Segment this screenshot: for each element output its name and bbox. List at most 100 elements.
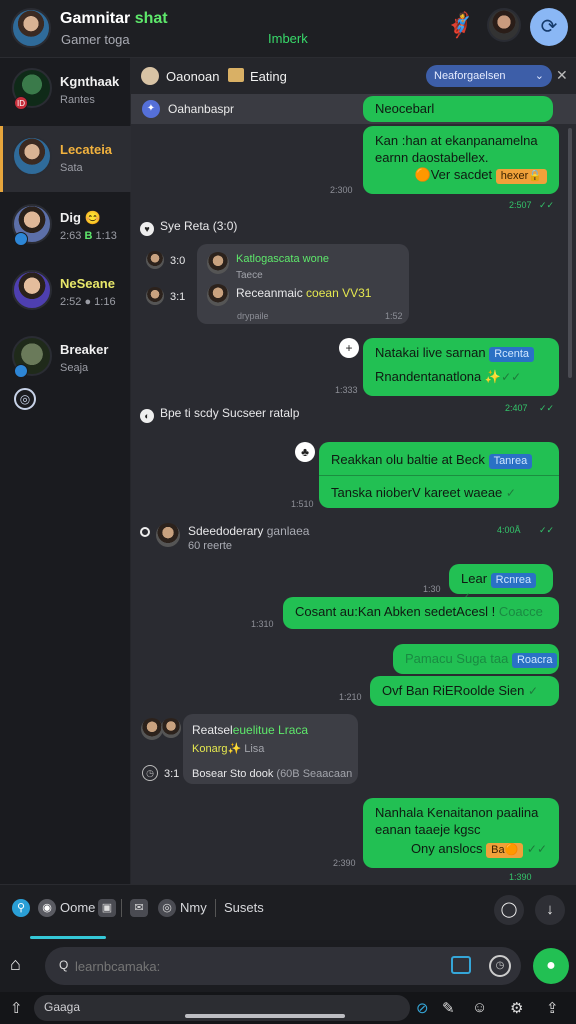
app-subtitle: Gamer toga xyxy=(61,32,130,47)
incoming-title: Katlogascata wone xyxy=(236,251,329,268)
home-icon[interactable]: ⌂ xyxy=(10,954,21,975)
message-text-line: Reakkan olu baltie at Beck Tanrea xyxy=(331,451,533,469)
message-text: Natakai live sarnan xyxy=(375,345,486,360)
peer-avatar[interactable] xyxy=(141,67,159,85)
message-tag[interactable]: Tanrea xyxy=(488,454,533,469)
camera-icon[interactable]: ◎ xyxy=(158,899,176,917)
upload-icon[interactable]: ⇪ xyxy=(546,999,559,1017)
incoming-tag[interactable]: Konarg✨ xyxy=(192,743,241,755)
sidebar-item-dig[interactable]: Dig 😊 2:63 B 1:13 xyxy=(0,194,131,260)
message-tag[interactable]: Rcenta xyxy=(489,347,535,362)
online-badge xyxy=(14,364,28,378)
message-input-wrapper: Q ◷ xyxy=(45,947,521,985)
outgoing-message[interactable]: Pamacu Suga taa Roacra xyxy=(393,644,559,674)
sidebar-item-name: Lecateia xyxy=(60,142,113,157)
message-time: 1:210 xyxy=(339,692,362,702)
record-icon[interactable]: ◯ xyxy=(494,895,524,925)
peer-status: Eating xyxy=(250,69,287,84)
sender-avatar[interactable] xyxy=(156,523,180,547)
message-tag[interactable]: Rcnrea xyxy=(490,573,537,588)
share-icon[interactable]: ⇧ xyxy=(10,999,23,1017)
mail-icon[interactable]: ✉ xyxy=(130,899,148,917)
double-check-icon: ✓ xyxy=(527,684,539,698)
sidebar-item-sub-suffix: 1:13 xyxy=(92,230,117,242)
send-button[interactable]: ● xyxy=(533,948,569,984)
outgoing-message[interactable]: Nanhala Kenaitanon paalina eanan taaeje … xyxy=(363,798,559,868)
chat-scrollbar[interactable] xyxy=(568,128,572,378)
outgoing-message[interactable]: Natakai live sarnan Rcenta Rnandentanatl… xyxy=(363,338,559,396)
sidebar-item-sub: 2:52 ● 1:16 xyxy=(60,296,116,308)
outgoing-message[interactable]: Neocebarl xyxy=(363,96,553,122)
message-text: Rnandentanatlona xyxy=(375,369,482,384)
emoji-icon[interactable]: ☺ xyxy=(472,999,487,1016)
sidebar-item-name: Dig 😊 xyxy=(60,210,101,225)
download-icon[interactable]: ↓ xyxy=(535,895,565,925)
double-check-icon: ✓✓ xyxy=(526,842,547,856)
outgoing-message[interactable]: Lear Rcnrea ✓ xyxy=(449,564,553,604)
incoming-line-text: Receanmaic xyxy=(236,286,303,300)
media-icon[interactable]: ▣ xyxy=(98,899,116,917)
header-center-label[interactable]: Imberk xyxy=(268,31,308,46)
contact-avatar[interactable] xyxy=(487,8,521,42)
game-sticker-icon[interactable]: 🦸 xyxy=(443,9,477,43)
chat-filter-dropdown[interactable]: Neaforgaelsen ⌄ xyxy=(426,65,552,87)
sender-avatar[interactable] xyxy=(146,251,164,269)
message-time: 2:390 xyxy=(333,858,356,868)
active-tab-indicator xyxy=(30,936,106,939)
sender-avatar[interactable] xyxy=(161,718,181,738)
outgoing-message[interactable]: Cosant au:Kan Abken sedetAcesl ! Coacce xyxy=(283,597,559,629)
message-text: Ony anslocs xyxy=(410,841,483,856)
location-icon[interactable]: ⚲ xyxy=(12,899,30,917)
users-icon: ♥ xyxy=(140,222,154,236)
sender-avatar[interactable] xyxy=(146,287,164,305)
add-reaction-icon[interactable]: + xyxy=(339,338,359,358)
incoming-footer: Bosear Sto dook (60B Seaacaan xyxy=(192,766,352,783)
attach-icon[interactable]: ⊘ xyxy=(416,999,429,1017)
app-title: Gamnitar shat xyxy=(60,10,168,28)
profile-avatar[interactable] xyxy=(11,8,51,48)
pinned-text: Oahanbaspr xyxy=(168,102,235,116)
incoming-message[interactable]: Katlogascata wone Taece Receanmaic coean… xyxy=(197,244,409,324)
sender-avatar[interactable] xyxy=(141,718,163,740)
pen-icon[interactable]: ✎ xyxy=(442,999,455,1017)
tab-my[interactable]: Nmy xyxy=(180,900,207,915)
tab-sets[interactable]: Susets xyxy=(224,900,264,915)
double-check-icon: ✓ xyxy=(505,486,516,500)
quick-input-label: Gaaga xyxy=(44,1000,81,1014)
sidebar-item-breaker[interactable]: Breaker Seaja xyxy=(0,326,131,392)
peer-name[interactable]: Oaonoan xyxy=(166,69,220,84)
app-header: Gamnitar shat Gamer toga Imberk 🦸 ⟳ xyxy=(0,0,576,58)
sparkle-icon: ✨ xyxy=(484,369,502,384)
outgoing-message[interactable]: Kan :han at ekanpanamelna earnn daostabe… xyxy=(363,126,559,194)
sticker-icon[interactable] xyxy=(451,956,471,974)
system-notice: Sdeedoderary ganlaea xyxy=(188,524,309,538)
timer-icon: ◷ xyxy=(142,765,158,781)
system-notice-name: Sdeedoderary xyxy=(188,524,264,538)
refresh-icon[interactable]: ⟳ xyxy=(530,8,568,46)
double-check-icon: ✓✓ xyxy=(539,200,555,210)
game-icon: ◉ xyxy=(38,899,56,917)
message-time: 1:333 xyxy=(335,385,358,395)
system-notice-text: Sye Reta (3:0) xyxy=(160,219,238,233)
close-icon[interactable]: ✕ xyxy=(556,67,568,84)
more-chats-icon[interactable]: ◎ xyxy=(14,388,36,410)
incoming-message[interactable]: Reatseleuelitue Lraca Konarg✨ Lisa Bosea… xyxy=(183,714,358,784)
chat-panel: Oaonoan Eating Neaforgaelsen ⌄ ✕ ✦ Oahanb… xyxy=(131,58,576,884)
incoming-name-accent: euelitue Lraca xyxy=(232,723,309,737)
message-tag[interactable]: Roacra xyxy=(511,653,558,668)
sidebar-item-sub: Seaja xyxy=(60,362,89,374)
schedule-icon[interactable]: ◷ xyxy=(489,955,511,977)
incoming-line: Receanmaic coean VV31 xyxy=(236,285,371,302)
outgoing-message[interactable]: Reakkan olu baltie at Beck Tanrea Tanska… xyxy=(319,442,559,508)
message-time: 4:00Å xyxy=(497,525,521,535)
outgoing-message[interactable]: Ovf Ban RiERoolde Sien ✓ xyxy=(370,676,559,706)
tab-home[interactable]: Oome xyxy=(60,900,95,915)
message-input[interactable] xyxy=(75,955,455,977)
message-tag[interactable]: hexer🔒 xyxy=(495,169,547,184)
sidebar-item-neseane[interactable]: NeSeane 2:52 ● 1:16 xyxy=(0,260,131,326)
message-tag[interactable]: Ba🟠 xyxy=(486,843,524,858)
sidebar-item-kgnthaak[interactable]: ID Kgnthaak Rantes xyxy=(0,58,131,124)
settings-icon[interactable]: ⚙ xyxy=(510,999,523,1017)
add-reaction-icon[interactable]: ♣ xyxy=(295,442,315,462)
sidebar-item-lecateia[interactable]: Lecateia Sata xyxy=(0,126,131,192)
